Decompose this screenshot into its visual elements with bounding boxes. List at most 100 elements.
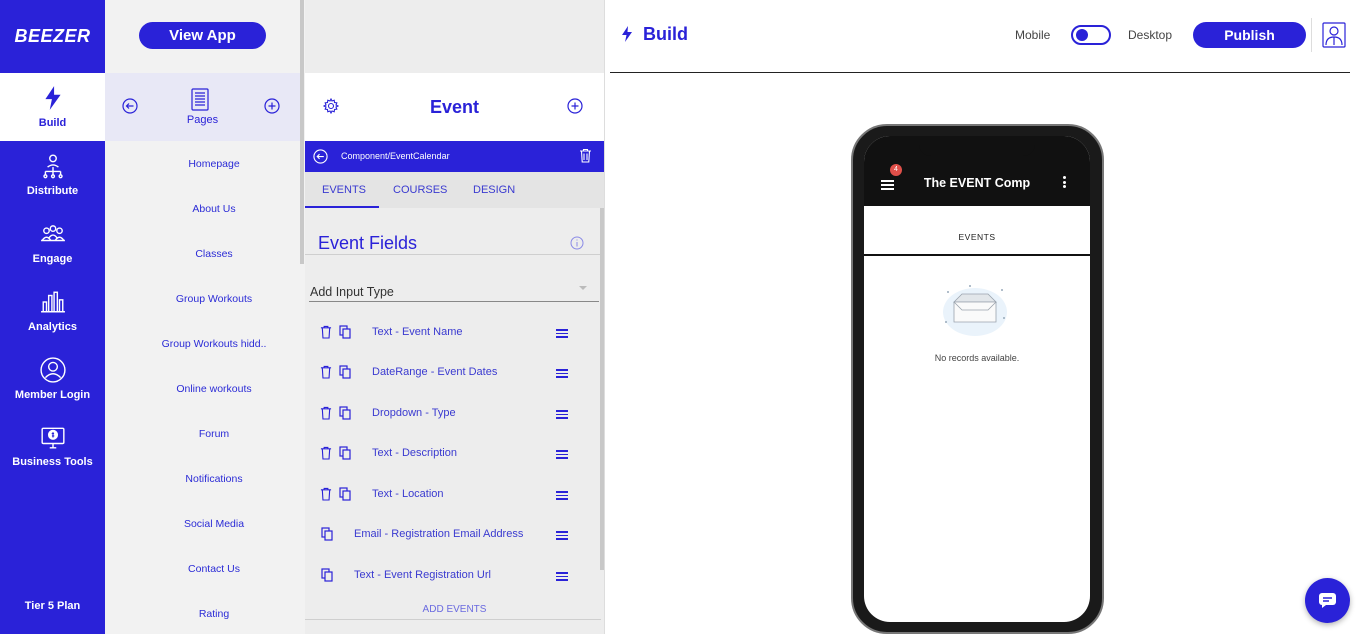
phone-screen: 4 The EVENT Comp EVENTS No records avail… (864, 136, 1090, 622)
nav-item-label: Analytics (28, 321, 77, 333)
field-row[interactable]: Text - Description (305, 443, 604, 465)
divider (305, 254, 601, 255)
bolt-icon (622, 26, 632, 42)
publish-button[interactable]: Publish (1193, 22, 1306, 48)
copy-icon[interactable] (321, 568, 333, 582)
field-label: Dropdown - Type (372, 407, 456, 419)
page-item-homepage[interactable]: Homepage (105, 158, 323, 170)
add-input-type-select[interactable]: Add Input Type (309, 282, 599, 302)
mobile-desktop-toggle[interactable] (1071, 25, 1111, 45)
event-fields-title: Event Fields (318, 233, 418, 253)
page-item-notifications[interactable]: Notifications (105, 473, 323, 485)
nav-item-analytics[interactable]: Analytics (0, 277, 105, 345)
trash-icon[interactable] (320, 406, 332, 420)
nav-item-distribute[interactable]: Distribute (0, 141, 105, 209)
field-row[interactable]: Dropdown - Type (305, 403, 604, 425)
field-row[interactable]: Text - Location (305, 484, 604, 506)
page-item-forum[interactable]: Forum (105, 428, 323, 440)
view-app-button[interactable]: View App (139, 22, 266, 49)
info-icon[interactable] (570, 236, 584, 250)
bolt-icon (44, 86, 61, 110)
copy-icon[interactable] (339, 325, 351, 339)
app-title: The EVENT Comp (923, 176, 1031, 190)
nav-item-label: Distribute (26, 185, 79, 197)
trash-icon[interactable] (320, 446, 332, 460)
page-item-rating[interactable]: Rating (105, 608, 323, 620)
active-tab-indicator (305, 206, 379, 208)
drag-handle-icon[interactable] (556, 531, 568, 542)
page-item-online-workouts[interactable]: Online workouts (105, 383, 323, 395)
plan-label[interactable]: Tier 5 Plan (0, 600, 105, 612)
page-item-contact-us[interactable]: Contact Us (105, 563, 323, 575)
beezer-logo[interactable]: BEEZER (0, 0, 105, 73)
component-tabs: EVENTS COURSES DESIGN (305, 172, 604, 208)
drag-handle-icon[interactable] (556, 450, 568, 461)
tab-events[interactable]: EVENTS (322, 184, 366, 196)
monitor-dollar-icon (40, 427, 65, 449)
left-navigation: BEEZER Build Distribute Engage Analytics… (0, 0, 105, 634)
chat-bubble-icon (1319, 593, 1336, 608)
field-row[interactable]: Email - Registration Email Address (305, 524, 604, 546)
page-item-social-media[interactable]: Social Media (105, 518, 323, 530)
pages-scrollbar[interactable] (300, 0, 304, 264)
page-item-group-workouts[interactable]: Group Workouts (105, 293, 323, 305)
field-row[interactable]: Text - Event Registration Url (305, 565, 604, 587)
page-item-about-us[interactable]: About Us (105, 203, 323, 215)
trash-icon[interactable] (320, 487, 332, 501)
mobile-label[interactable]: Mobile (1015, 28, 1050, 42)
nav-item-member-login[interactable]: Member Login (0, 345, 105, 413)
field-row[interactable]: Text - Event Name (305, 322, 604, 344)
page-item-classes[interactable]: Classes (105, 248, 323, 260)
field-label: Text - Event Registration Url (354, 569, 491, 581)
section-divider (864, 254, 1090, 256)
back-arrow-icon[interactable] (313, 149, 328, 164)
drag-handle-icon[interactable] (556, 329, 568, 340)
notification-badge: 4 (890, 164, 902, 176)
component-path: Component/EventCalendar (341, 151, 450, 161)
field-label: Text - Event Name (372, 326, 463, 338)
preview-area: Build Mobile Desktop Publish 4 The EVENT… (604, 0, 1357, 634)
component-top-spacer (305, 0, 604, 73)
nav-item-build[interactable]: Build (0, 73, 105, 141)
nav-item-engage[interactable]: Engage (0, 209, 105, 277)
toggle-knob (1076, 29, 1088, 41)
trash-icon[interactable] (579, 148, 592, 163)
field-label: Email - Registration Email Address (354, 528, 524, 540)
drag-handle-icon[interactable] (556, 491, 568, 502)
field-label: Text - Location (372, 488, 444, 500)
pages-panel: View App Pages Homepage About Us Classes… (105, 0, 305, 634)
trash-icon[interactable] (320, 325, 332, 339)
divider (305, 619, 601, 620)
network-icon (42, 154, 63, 179)
drag-handle-icon[interactable] (556, 369, 568, 380)
add-events-button[interactable]: ADD EVENTS (305, 604, 604, 615)
copy-icon[interactable] (339, 406, 351, 420)
phone-notch (919, 136, 1035, 156)
nav-item-label: Member Login (14, 389, 91, 401)
copy-icon[interactable] (339, 365, 351, 379)
desktop-label[interactable]: Desktop (1128, 28, 1172, 42)
header-divider (610, 72, 1350, 73)
component-title: Event (429, 97, 480, 117)
component-panel: Event Component/EventCalendar EVENTS COU… (305, 0, 604, 634)
more-options-icon[interactable] (1063, 176, 1066, 190)
tab-courses[interactable]: COURSES (393, 184, 447, 196)
chat-button[interactable] (1305, 578, 1350, 623)
copy-icon[interactable] (339, 487, 351, 501)
nav-item-label: Engage (32, 253, 73, 265)
trash-icon[interactable] (320, 365, 332, 379)
copy-icon[interactable] (339, 446, 351, 460)
drag-handle-icon[interactable] (556, 410, 568, 421)
back-arrow-icon[interactable] (122, 98, 138, 114)
add-page-icon[interactable] (264, 98, 280, 114)
field-row[interactable]: DateRange - Event Dates (305, 362, 604, 384)
nav-item-business-tools[interactable]: Business Tools (0, 412, 105, 480)
component-path-bar: Component/EventCalendar (305, 141, 604, 172)
tab-design[interactable]: DESIGN (473, 184, 515, 196)
copy-icon[interactable] (321, 527, 333, 541)
pages-header-label: Pages (186, 114, 219, 126)
add-component-icon[interactable] (567, 98, 583, 114)
account-menu[interactable] (1311, 18, 1351, 52)
drag-handle-icon[interactable] (556, 572, 568, 583)
page-item-group-workouts-hidden[interactable]: Group Workouts hidd.. (105, 338, 323, 350)
